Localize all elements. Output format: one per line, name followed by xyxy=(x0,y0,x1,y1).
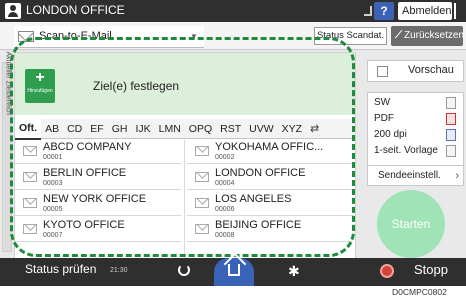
resize-icon xyxy=(364,6,372,16)
sort-icon[interactable]: ⇄ xyxy=(310,122,319,135)
tab-ab[interactable]: AB xyxy=(41,119,63,139)
user-icon xyxy=(5,3,21,19)
color-mode-icon xyxy=(446,97,456,109)
mail-icon xyxy=(18,31,34,42)
entry-number: 00007 xyxy=(43,232,63,239)
entry-name: BERLIN OFFICE xyxy=(43,167,127,179)
mail-icon xyxy=(23,198,37,208)
status-scan-data-button[interactable]: Status Scandat. xyxy=(314,27,387,45)
entry-name: LONDON OFFICE xyxy=(215,167,306,179)
entry-name: NEW YORK OFFICE xyxy=(43,193,147,205)
resolution-icon xyxy=(446,129,456,141)
preview-label: Vorschau xyxy=(408,64,454,76)
entry-number: 00003 xyxy=(43,180,63,187)
status-check-button[interactable]: Status prüfen xyxy=(25,262,96,276)
send-settings-button[interactable]: Sendeeinstell. › xyxy=(368,165,463,185)
chevron-right-icon: › xyxy=(455,170,459,182)
entry-number: 00002 xyxy=(215,154,235,161)
current-destination-tab-label: Aktueller Zielbereich xyxy=(4,51,12,115)
help-button[interactable]: ? xyxy=(374,2,394,20)
entry-number: 00008 xyxy=(215,232,235,239)
list-item[interactable]: YOKOHAMA OFFIC... 00002 xyxy=(187,140,353,164)
back-icon[interactable] xyxy=(178,264,190,276)
scan-settings-summary[interactable]: SW PDF 200 dpi 1-seit. Vorlage Sendeeins… xyxy=(367,92,464,186)
mail-icon xyxy=(195,198,209,208)
tab-rst[interactable]: RST xyxy=(216,119,245,139)
list-item[interactable]: LOS ANGELES 00006 xyxy=(187,192,353,216)
destination-list: ABCD COMPANY 00001 YOKOHAMA OFFIC... 000… xyxy=(15,140,355,262)
reset-label: Zurücksetzen xyxy=(404,30,465,41)
tab-gh[interactable]: GH xyxy=(108,119,132,139)
list-item[interactable]: LONDON OFFICE 00004 xyxy=(187,166,353,190)
list-item[interactable]: BERLIN OFFICE 00003 xyxy=(15,166,181,190)
mail-icon xyxy=(23,224,37,234)
original-type-value: 1-seit. Vorlage xyxy=(374,145,438,156)
tab-uvw[interactable]: UVW xyxy=(245,119,278,139)
stop-icon[interactable] xyxy=(380,264,394,278)
entry-number: 00006 xyxy=(215,206,235,213)
entry-name: ABCD COMPANY xyxy=(43,141,132,153)
pdf-icon xyxy=(446,113,456,125)
tab-opq[interactable]: OPQ xyxy=(185,119,216,139)
mail-icon xyxy=(195,172,209,182)
destination-header: + Hinzufügen Ziel(e) festlegen xyxy=(15,53,355,115)
original-type-icon xyxy=(446,145,456,157)
list-item[interactable]: KYOTO OFFICE 00007 xyxy=(15,218,181,242)
destination-panel: + Hinzufügen Ziel(e) festlegen Oft. AB C… xyxy=(14,52,356,262)
scan-mode-select[interactable]: Scan-to-E-Mail ▼ xyxy=(14,26,204,48)
tab-ijk[interactable]: IJK xyxy=(131,119,154,139)
chevron-down-icon: ▼ xyxy=(190,32,198,41)
entry-number: 00004 xyxy=(215,180,235,187)
clock: 21:30 xyxy=(110,267,128,274)
destination-bar: Scan-to-E-Mail ▼ Status Scandat. ⟋ Zurück… xyxy=(0,22,466,50)
list-item[interactable]: ABCD COMPANY 00001 xyxy=(15,140,181,164)
entry-name: YOKOHAMA OFFIC... xyxy=(215,141,324,153)
mail-icon xyxy=(195,224,209,234)
power-icon xyxy=(454,3,466,19)
list-divider xyxy=(184,140,185,262)
preview-toggle[interactable]: Vorschau xyxy=(367,60,464,82)
bottom-bar: Status prüfen 21:30 ✱ Stopp xyxy=(0,258,466,286)
reset-button[interactable]: ⟋ Zurücksetzen xyxy=(391,26,465,46)
tab-cd[interactable]: CD xyxy=(63,119,86,139)
entry-name: LOS ANGELES xyxy=(215,193,292,205)
entry-name: KYOTO OFFICE xyxy=(43,219,125,231)
entry-number: 00005 xyxy=(43,206,63,213)
tab-ef[interactable]: EF xyxy=(86,119,107,139)
reset-icon: ⟋ xyxy=(395,30,402,41)
list-item[interactable]: NEW YORK OFFICE 00005 xyxy=(15,192,181,216)
tab-oft[interactable]: Oft. xyxy=(15,117,42,140)
mail-icon xyxy=(23,146,37,156)
tab-xyz[interactable]: XYZ xyxy=(278,119,306,139)
color-mode-value: SW xyxy=(374,97,391,108)
start-button[interactable]: Starten xyxy=(377,190,445,258)
home-button[interactable] xyxy=(214,258,254,286)
scan-mode-label: Scan-to-E-Mail xyxy=(39,30,112,42)
logout-button[interactable]: Abmelden xyxy=(398,2,452,20)
destination-title: Ziel(e) festlegen xyxy=(93,79,180,93)
resolution-value: 200 dpi xyxy=(374,129,407,140)
preview-checkbox[interactable] xyxy=(377,66,388,77)
home-icon xyxy=(228,264,240,276)
mail-icon xyxy=(23,172,37,182)
add-destination-button[interactable]: + Hinzufügen xyxy=(25,69,55,103)
current-destination-tab[interactable]: Aktueller Zielbereich xyxy=(2,52,12,252)
gear-icon[interactable]: ✱ xyxy=(288,264,300,278)
scan-settings-panel: Vorschau SW PDF 200 dpi 1-seit. Vorlage … xyxy=(367,58,464,190)
index-tabs: Oft. AB CD EF GH IJK LMN OPQ RST UVW XYZ… xyxy=(15,117,355,140)
logged-in-user: LONDON OFFICE xyxy=(26,3,125,17)
mail-icon xyxy=(195,146,209,156)
file-type-value: PDF xyxy=(374,113,394,124)
add-button-label: Hinzufügen xyxy=(27,88,53,94)
device-screen: LONDON OFFICE ? Abmelden Scan-to-E-Mail … xyxy=(0,0,466,286)
figure-code: D0CMPC0802 xyxy=(392,287,447,297)
list-item[interactable]: BEIJING OFFICE 00008 xyxy=(187,218,353,242)
entry-name: BEIJING OFFICE xyxy=(215,219,302,231)
tab-lmn[interactable]: LMN xyxy=(155,119,185,139)
top-bar: LONDON OFFICE ? Abmelden xyxy=(0,0,466,22)
plus-icon: + xyxy=(35,69,45,86)
entry-number: 00001 xyxy=(43,154,63,161)
send-settings-label: Sendeeinstell. xyxy=(378,170,441,181)
stop-button[interactable]: Stopp xyxy=(414,262,448,277)
